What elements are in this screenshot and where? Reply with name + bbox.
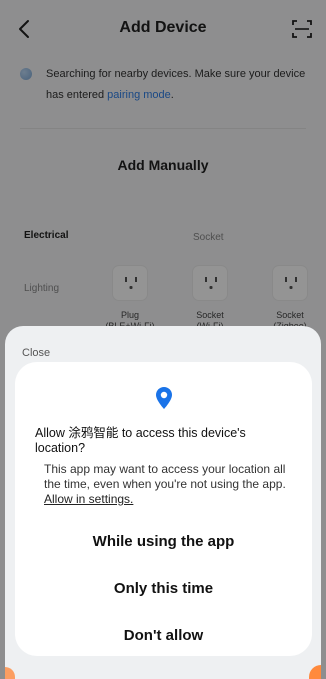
- sheet-close-button[interactable]: Close: [22, 347, 50, 359]
- while-using-app-button[interactable]: While using the app: [15, 533, 312, 550]
- only-this-time-button[interactable]: Only this time: [15, 580, 312, 597]
- dont-allow-button[interactable]: Don't allow: [15, 627, 312, 644]
- location-permission-dialog: Allow 涂鸦智能 to access this device's locat…: [15, 362, 312, 656]
- dialog-body-text: This app may want to access your locatio…: [44, 462, 286, 491]
- allow-in-settings-link[interactable]: Allow in settings.: [44, 492, 133, 506]
- add-device-screen: Add Device Searching for nearby devices.…: [0, 0, 326, 679]
- sheet-accent-decoration: [309, 665, 321, 679]
- location-pin-icon: [155, 386, 173, 410]
- dialog-body: This app may want to access your locatio…: [44, 462, 302, 507]
- sheet-accent-decoration-left: [5, 667, 15, 679]
- dialog-title: Allow 涂鸦智能 to access this device's locat…: [35, 426, 246, 455]
